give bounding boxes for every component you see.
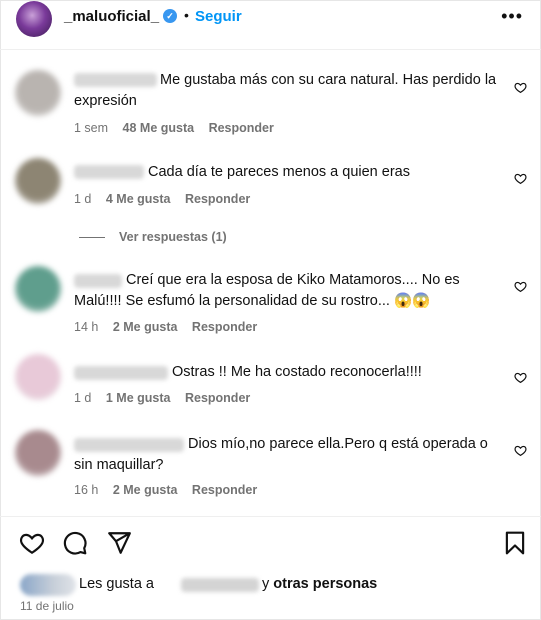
view-replies-label: Ver respuestas (1)	[119, 230, 227, 244]
post-header: _maluoficial_ ✓ • Seguir •••	[0, 0, 541, 50]
replies-divider-line	[79, 237, 105, 239]
reply-button[interactable]: Responder	[192, 483, 257, 497]
heart-icon[interactable]	[19, 530, 45, 556]
comment-likes[interactable]: 4 Me gusta	[106, 192, 171, 206]
likes-others-label: otras personas	[273, 576, 378, 592]
follow-button[interactable]: Seguir	[195, 8, 242, 25]
comment-text: Me gustaba más con su cara natural. Has …	[74, 72, 497, 109]
comment-avatar[interactable]	[15, 354, 61, 400]
more-options-icon[interactable]: •••	[501, 6, 523, 27]
comment-heart-icon[interactable]	[514, 280, 527, 293]
comment-meta: 16 h 2 Me gusta Responder	[74, 483, 268, 497]
reply-button[interactable]: Responder	[185, 391, 250, 405]
comment-meta: 14 h 2 Me gusta Responder	[74, 320, 268, 334]
comment-text: Ostras !! Me ha costado reconocerla!!!!	[172, 364, 422, 380]
likes-summary: Les gusta a y otras personas	[20, 574, 520, 596]
likes-others[interactable]: y otras personas	[262, 576, 377, 592]
bookmark-icon[interactable]	[502, 530, 528, 556]
comment-heart-icon[interactable]	[514, 371, 527, 384]
comment-meta: 1 sem 48 Me gusta Responder	[74, 121, 285, 135]
comment-text: Cada día te pareces menos a quien eras	[148, 164, 410, 180]
comment-heart-icon[interactable]	[514, 81, 527, 94]
profile-username[interactable]: _maluoficial_	[64, 8, 159, 25]
comment-time: 16 h	[74, 483, 99, 497]
post-date: 11 de julio	[20, 599, 74, 613]
comment-avatar[interactable]	[15, 266, 61, 312]
reply-button[interactable]: Responder	[185, 192, 250, 206]
liker-avatars-blurred[interactable]	[20, 574, 76, 596]
comment-heart-icon[interactable]	[514, 172, 527, 185]
comment-meta: 1 d 1 Me gusta Responder	[74, 391, 261, 405]
comment-avatar[interactable]	[15, 70, 61, 116]
comment-text: Dios mío,no parece ella.Pero q está oper…	[74, 436, 488, 473]
comment-likes[interactable]: 48 Me gusta	[123, 121, 195, 135]
comment-likes[interactable]: 2 Me gusta	[113, 483, 178, 497]
liker-username-blurred[interactable]	[181, 578, 259, 592]
send-icon[interactable]	[106, 530, 132, 556]
reply-button[interactable]: Responder	[192, 320, 257, 334]
separator-dot: •	[184, 7, 189, 23]
reply-button[interactable]: Responder	[209, 121, 274, 135]
comment-avatar[interactable]	[15, 158, 61, 204]
profile-avatar[interactable]	[16, 1, 52, 37]
likes-prefix: Les gusta a	[79, 576, 154, 592]
comment-meta: 1 d 4 Me gusta Responder	[74, 192, 261, 206]
comment-time: 1 d	[74, 192, 92, 206]
comment-likes[interactable]: 2 Me gusta	[113, 320, 178, 334]
likes-connector: y	[262, 576, 270, 592]
comment-text: Creí que era la esposa de Kiko Matamoros…	[74, 272, 460, 309]
comment-time: 14 h	[74, 320, 99, 334]
comment-time: 1 sem	[74, 121, 109, 135]
comment-icon[interactable]	[62, 530, 88, 556]
actions-divider	[0, 516, 541, 517]
verified-badge-icon: ✓	[163, 9, 177, 23]
comment-likes[interactable]: 1 Me gusta	[106, 391, 171, 405]
view-replies-link[interactable]: Ver respuestas (1)	[79, 230, 227, 244]
comment-heart-icon[interactable]	[514, 444, 527, 457]
comment-time: 1 d	[74, 391, 92, 405]
comment-avatar[interactable]	[15, 430, 61, 476]
